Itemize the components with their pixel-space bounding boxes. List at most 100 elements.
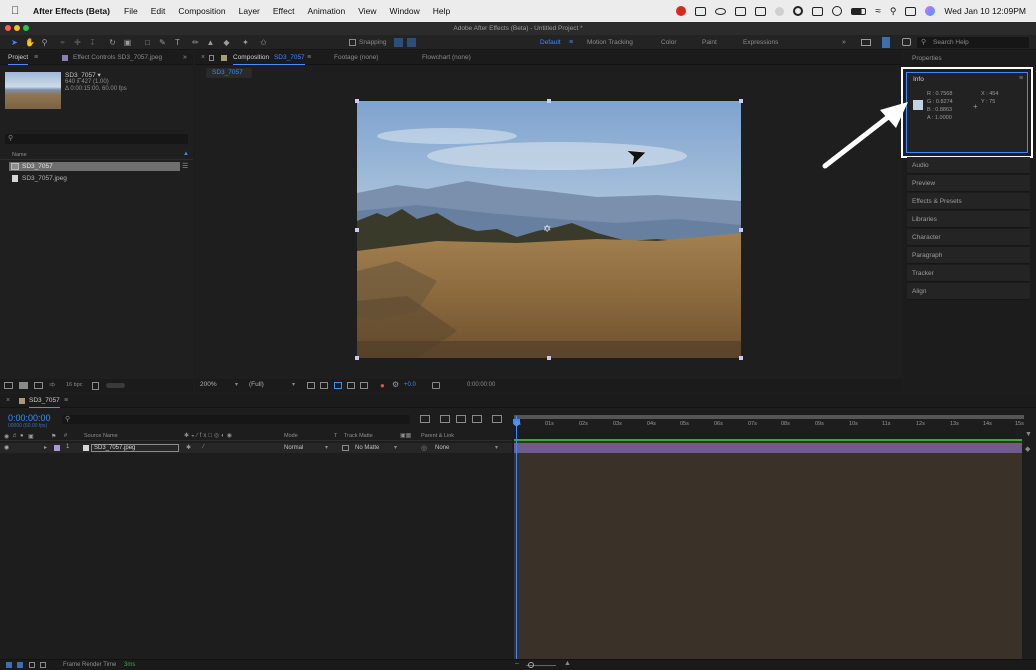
- thumbnail-slider[interactable]: [106, 383, 125, 388]
- interpret-footage-icon[interactable]: [4, 382, 13, 389]
- panel-align[interactable]: Align: [907, 283, 1030, 300]
- scribe-icon[interactable]: [775, 6, 785, 16]
- apple-icon[interactable]: : [11, 5, 23, 17]
- shy-layers-icon[interactable]: [456, 415, 466, 423]
- project-item-row[interactable]: SD3_7057: [9, 162, 180, 171]
- menu-layer[interactable]: Layer: [239, 6, 260, 16]
- clock[interactable]: Wed Jan 10 12:09PM: [944, 6, 1026, 16]
- timeline-search-field[interactable]: ⚲: [62, 415, 410, 424]
- dolly-camera-icon[interactable]: ↧: [88, 38, 97, 47]
- brush-tool-icon[interactable]: ✏: [191, 38, 200, 47]
- frame-blending-icon[interactable]: [472, 415, 482, 423]
- workspace-default[interactable]: Default: [540, 35, 561, 50]
- label-tag-icon[interactable]: ⚑: [51, 433, 56, 440]
- time-machine-icon[interactable]: [832, 6, 843, 16]
- layer-handle[interactable]: [355, 99, 359, 103]
- selection-tool-icon[interactable]: ➤: [10, 38, 19, 47]
- render-time-toggle-icon[interactable]: [40, 662, 46, 668]
- video-icon[interactable]: [735, 6, 747, 16]
- pen-tool-icon[interactable]: ✎: [158, 38, 167, 47]
- more-workspaces-icon[interactable]: »: [842, 35, 846, 50]
- adjust-icon[interactable]: ➾: [49, 380, 56, 389]
- workspace-motion-tracking[interactable]: Motion Tracking: [587, 35, 633, 50]
- column-name[interactable]: Name: [12, 152, 27, 158]
- app-name-menu[interactable]: After Effects (Beta): [33, 6, 110, 16]
- panel-audio[interactable]: Audio: [907, 157, 1030, 174]
- composition-viewer[interactable]: ✡ ➤: [357, 101, 741, 358]
- workspace-color[interactable]: Color: [661, 35, 677, 50]
- color-channels-icon[interactable]: ●: [380, 381, 385, 390]
- column-source-name[interactable]: Source Name: [84, 433, 118, 439]
- layer-label-color[interactable]: [54, 445, 60, 451]
- eraser-tool-icon[interactable]: ◆: [222, 38, 231, 47]
- snapping-checkbox[interactable]: [349, 39, 356, 46]
- parent-pickwhip-icon[interactable]: ◎: [421, 444, 427, 452]
- roto-brush-tool-icon[interactable]: ✦: [241, 38, 250, 47]
- tab-effect-controls[interactable]: Effect Controls SD3_7057.jpeg: [73, 51, 162, 65]
- panel-tracker[interactable]: Tracker: [907, 265, 1030, 282]
- lock-toggle-icon[interactable]: ▣: [28, 433, 34, 440]
- project-menu-icon[interactable]: ≡: [34, 51, 38, 65]
- transfer-controls-toggle-icon[interactable]: [17, 662, 23, 668]
- chat-icon[interactable]: [902, 38, 911, 46]
- close-tab-icon[interactable]: ×: [201, 51, 205, 65]
- panel-preview[interactable]: Preview: [907, 175, 1030, 192]
- eye-icon[interactable]: [715, 7, 727, 15]
- menu-view[interactable]: View: [358, 6, 376, 16]
- comp-button-icon[interactable]: ◆: [1025, 445, 1030, 453]
- layer-switches-toggle-icon[interactable]: [6, 662, 12, 668]
- flowchart-node-icon[interactable]: ☰: [182, 162, 188, 170]
- clone-stamp-tool-icon[interactable]: ▲: [206, 38, 215, 47]
- share-review-icon[interactable]: [861, 39, 871, 46]
- layer-row[interactable]: ◉ ▸ 1 SD3_7057.jpeg ✱ ∕ Normal ▾ No Matt…: [0, 443, 512, 453]
- column-parent-link[interactable]: Parent & Link: [421, 433, 454, 439]
- track-matte-dropdown[interactable]: No Matte ▾: [355, 444, 397, 452]
- video-toggle-icon[interactable]: ◉: [4, 433, 9, 440]
- search-help-field[interactable]: ⚲ Search Help: [917, 37, 1029, 48]
- menu-edit[interactable]: Edit: [151, 6, 166, 16]
- properties-label[interactable]: Properties: [912, 55, 942, 62]
- layer-handle[interactable]: [355, 228, 359, 232]
- anchor-point-tool-icon[interactable]: ▣: [123, 38, 132, 47]
- guides-icon[interactable]: [347, 382, 355, 389]
- tab-composition[interactable]: Composition SD3_7057: [233, 51, 305, 65]
- pan-camera-icon[interactable]: ✚: [73, 38, 82, 47]
- bpc-label[interactable]: 16 bpc: [66, 382, 83, 388]
- layer-collapse-switch-icon[interactable]: ✱: [186, 444, 191, 451]
- tab-footage[interactable]: Footage (none): [334, 51, 378, 65]
- rectangle-tool-icon[interactable]: □: [143, 38, 152, 47]
- parent-dropdown[interactable]: None ▾: [435, 444, 498, 452]
- chrome-icon[interactable]: [793, 6, 804, 16]
- solo-toggle-icon[interactable]: ●: [20, 433, 24, 439]
- layer-expand-icon[interactable]: ▸: [44, 444, 47, 451]
- layer-handle[interactable]: [739, 228, 743, 232]
- workspace-paint[interactable]: Paint: [702, 35, 717, 50]
- layer-handle[interactable]: [739, 99, 743, 103]
- type-tool-icon[interactable]: T: [173, 38, 182, 47]
- in-out-toggle-icon[interactable]: [29, 662, 35, 668]
- keyboard-icon[interactable]: [812, 6, 824, 16]
- timeline-zoom-handle[interactable]: [528, 662, 534, 668]
- zoom-tool-icon[interactable]: ⚲: [40, 38, 49, 47]
- composition-flowchart-icon[interactable]: [420, 415, 430, 423]
- zoom-in-icon[interactable]: ▲: [564, 660, 571, 667]
- search-icon[interactable]: ⚲: [890, 6, 897, 17]
- layer-handle[interactable]: [547, 356, 551, 360]
- workspace-expressions[interactable]: Expressions: [743, 35, 778, 50]
- region-of-interest-icon[interactable]: [307, 382, 315, 389]
- anchor-point-icon[interactable]: ✡: [543, 224, 551, 235]
- layer-quality-switch-icon[interactable]: ∕: [203, 444, 204, 450]
- orbit-camera-icon[interactable]: ⚭: [58, 38, 67, 47]
- panel-effects-presets[interactable]: Effects & Presets: [907, 193, 1030, 210]
- sort-ascending-icon[interactable]: ▲: [183, 151, 189, 157]
- workspace-menu-icon[interactable]: ≡: [569, 35, 573, 50]
- transparency-grid-icon[interactable]: [320, 382, 328, 389]
- exposure-value[interactable]: +0.0: [404, 382, 416, 388]
- composition-menu-icon[interactable]: ≡: [307, 51, 311, 65]
- close-window-button[interactable]: [5, 25, 11, 31]
- minimize-window-button[interactable]: [14, 25, 20, 31]
- layer-mode-dropdown[interactable]: Normal ▾: [284, 444, 328, 452]
- menu-file[interactable]: File: [124, 6, 138, 16]
- zoom-out-icon[interactable]: –: [515, 660, 519, 667]
- wifi-icon[interactable]: ≈: [875, 6, 881, 17]
